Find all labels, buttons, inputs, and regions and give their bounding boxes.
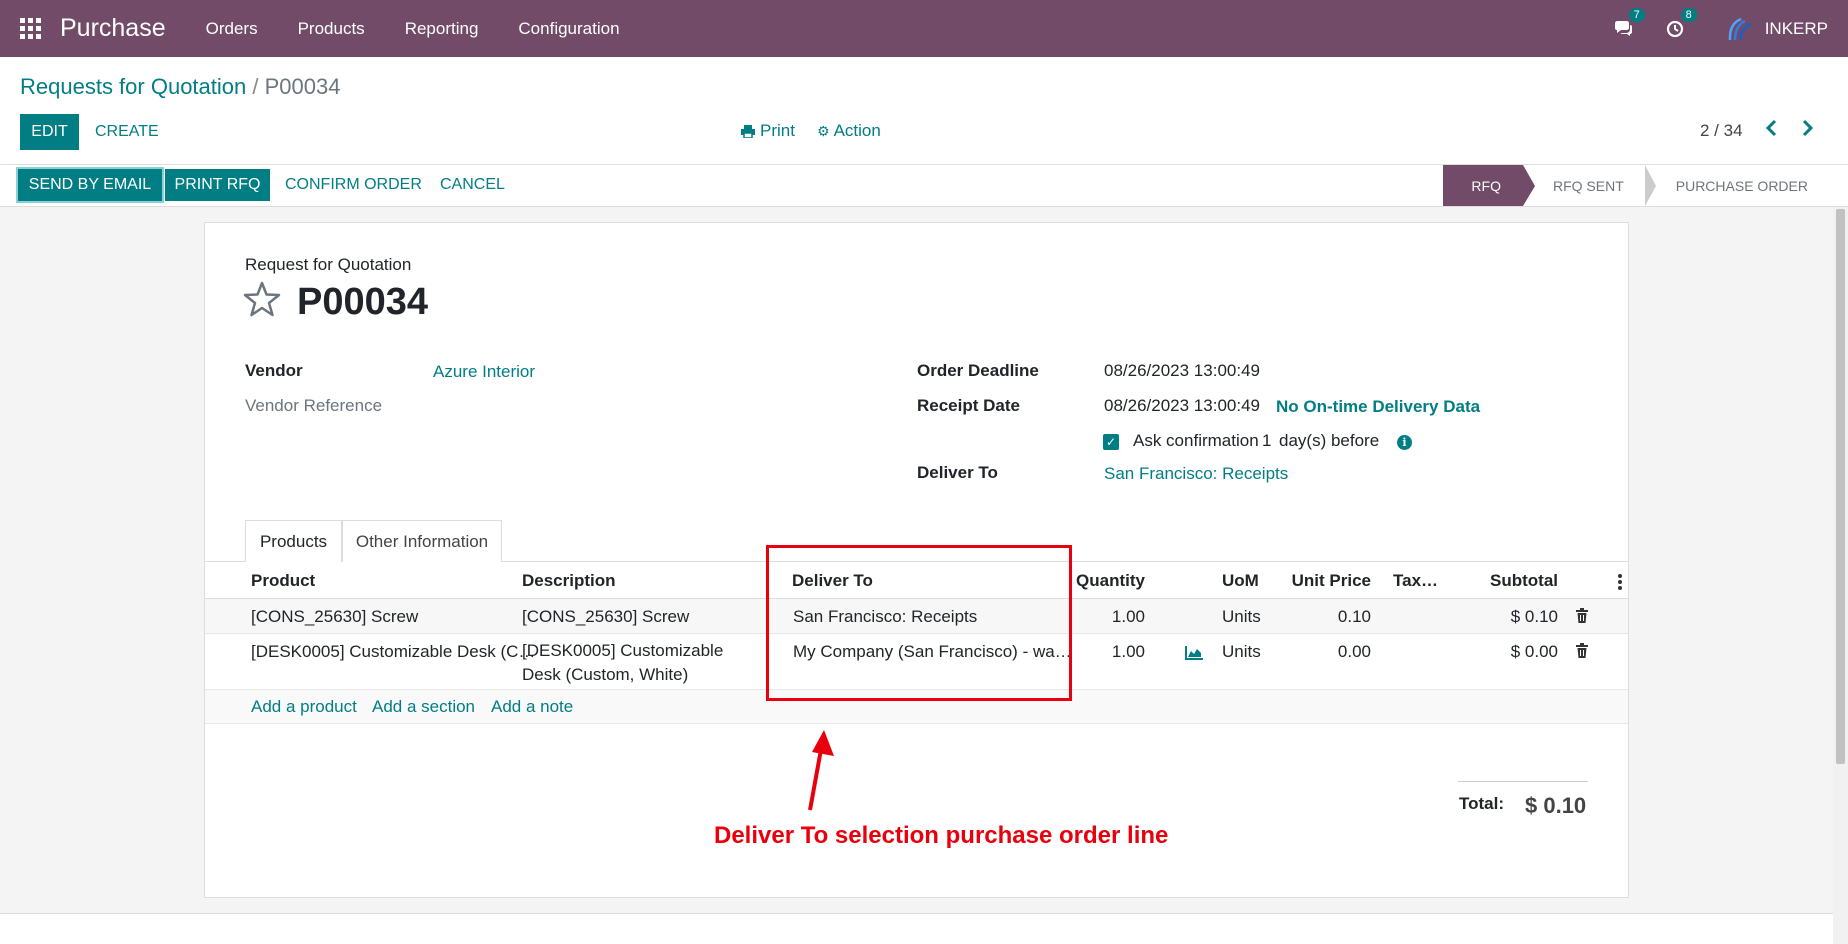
trash-icon[interactable]	[1576, 608, 1588, 628]
company-name: INKERP	[1764, 18, 1828, 38]
tab-other-information[interactable]: Other Information	[342, 520, 502, 562]
forecast-chart-icon[interactable]	[1185, 645, 1203, 665]
column-taxes[interactable]: Tax…	[1393, 571, 1438, 591]
cell-subtotal: $ 0.10	[1510, 607, 1558, 626]
add-product-link[interactable]: Add a product	[251, 697, 357, 717]
cell-description[interactable]: [DESK0005] Customizable Desk (Custom, Wh…	[522, 639, 762, 687]
ask-confirmation-days[interactable]: 1	[1262, 431, 1271, 451]
cell-uom[interactable]: Units	[1222, 642, 1261, 662]
activities-badge: 8	[1680, 7, 1697, 22]
pager-value[interactable]: 2 / 34	[1700, 121, 1743, 141]
company-logo-icon	[1728, 17, 1752, 40]
column-description[interactable]: Description	[522, 571, 616, 591]
messages-icon[interactable]: 7	[1611, 7, 1645, 41]
chevron-right-icon[interactable]	[1800, 117, 1814, 143]
breadcrumb-current: P00034	[264, 74, 341, 99]
receipt-date-label: Receipt Date	[917, 396, 1020, 415]
breadcrumb-separator: /	[252, 74, 259, 99]
stage-rfq-sent[interactable]: RFQ SENT	[1523, 165, 1656, 206]
cell-quantity[interactable]: 1.00	[1073, 642, 1145, 662]
stage-rfq[interactable]: RFQ	[1443, 165, 1535, 206]
star-icon[interactable]	[243, 281, 281, 322]
menu-reporting[interactable]: Reporting	[385, 19, 499, 39]
top-navbar: Purchase Orders Products Reporting Confi…	[0, 0, 1848, 57]
cell-description[interactable]: [CONS_25630] Screw	[522, 607, 689, 627]
stage-pipeline: RFQ RFQ SENT PURCHASE ORDER	[1443, 165, 1830, 206]
action-dropdown[interactable]: ⚙ Action	[817, 121, 881, 141]
breadcrumb-parent[interactable]: Requests for Quotation	[20, 74, 246, 99]
vendor-label: Vendor	[245, 361, 303, 380]
column-quantity[interactable]: Quantity	[1075, 571, 1145, 591]
column-unit-price[interactable]: Unit Price	[1285, 571, 1371, 591]
annotation-arrow	[800, 726, 840, 817]
app-name[interactable]: Purchase	[60, 14, 166, 43]
deliver-to-label: Deliver To	[917, 463, 998, 482]
column-subtotal[interactable]: Subtotal	[1483, 571, 1558, 591]
optional-columns-icon[interactable]	[1618, 574, 1622, 595]
ask-confirmation-suffix: day(s) before	[1279, 431, 1380, 450]
ask-confirmation-checkbox[interactable]: ✓	[1103, 434, 1119, 450]
add-section-link[interactable]: Add a section	[372, 697, 475, 717]
vendor-reference-label: Vendor Reference	[245, 396, 383, 415]
cell-unit-price[interactable]: 0.10	[1285, 607, 1371, 627]
cell-uom[interactable]: Units	[1222, 607, 1261, 627]
cell-quantity[interactable]: 1.00	[1073, 607, 1145, 627]
print-icon	[741, 124, 755, 138]
activities-icon[interactable]: 8	[1663, 7, 1697, 41]
annotation-highlight-box	[766, 545, 1072, 701]
chevron-left-icon[interactable]	[1765, 117, 1779, 143]
column-product[interactable]: Product	[251, 571, 315, 591]
column-uom[interactable]: UoM	[1222, 571, 1259, 591]
total-label: Total:	[1459, 794, 1505, 813]
navbar-right: 7 8 INKERP	[1611, 0, 1848, 57]
action-label: Action	[833, 121, 881, 140]
total-divider	[1458, 781, 1588, 782]
statusbar: SEND BY EMAIL PRINT RFQ CONFIRM ORDER CA…	[0, 165, 1848, 207]
gear-icon: ⚙	[817, 122, 830, 139]
ask-confirmation-label: Ask confirmation	[1133, 431, 1259, 450]
chatter-area	[0, 913, 1833, 944]
stage-purchase-order[interactable]: PURCHASE ORDER	[1646, 165, 1830, 206]
order-deadline-label: Order Deadline	[917, 361, 1039, 380]
create-button[interactable]: CREATE	[95, 114, 159, 150]
receipt-date-field[interactable]: 08/26/2023 13:00:49	[1104, 396, 1260, 416]
print-dropdown[interactable]: Print	[741, 121, 795, 141]
document-type-label: Request for Quotation	[245, 255, 412, 274]
confirm-order-button[interactable]: CONFIRM ORDER	[285, 169, 422, 201]
deliver-to-field[interactable]: San Francisco: Receipts	[1104, 464, 1288, 484]
company-switcher[interactable]: INKERP	[1727, 16, 1828, 42]
cell-product[interactable]: [DESK0005] Customizable Desk (C…	[251, 642, 535, 662]
trash-icon[interactable]	[1576, 643, 1588, 663]
send-by-email-button[interactable]: SEND BY EMAIL	[18, 169, 162, 201]
menu-products[interactable]: Products	[278, 19, 385, 39]
apps-menu-icon[interactable]	[20, 17, 42, 40]
messages-badge: 7	[1628, 7, 1645, 22]
info-icon: i	[1397, 435, 1412, 450]
cell-unit-price[interactable]: 0.00	[1285, 642, 1371, 662]
cancel-button[interactable]: CANCEL	[440, 169, 505, 201]
tab-products[interactable]: Products	[245, 520, 342, 563]
menu-orders[interactable]: Orders	[186, 19, 278, 39]
annotation-text: Deliver To selection purchase order line	[714, 822, 1169, 849]
order-name: P00034	[297, 281, 429, 323]
print-label: Print	[760, 121, 795, 140]
menu-configuration[interactable]: Configuration	[498, 19, 639, 39]
scrollbar[interactable]	[1833, 207, 1848, 944]
print-rfq-button[interactable]: PRINT RFQ	[165, 169, 270, 201]
edit-button[interactable]: EDIT	[20, 114, 79, 150]
vendor-field[interactable]: Azure Interior	[433, 362, 535, 382]
cell-subtotal: $ 0.00	[1510, 642, 1558, 661]
scrollbar-thumb[interactable]	[1836, 209, 1845, 764]
add-note-link[interactable]: Add a note	[491, 697, 573, 717]
order-deadline-field[interactable]: 08/26/2023 13:00:49	[1104, 361, 1260, 381]
breadcrumb: Requests for Quotation / P00034	[20, 74, 340, 100]
ontime-delivery-link[interactable]: No On-time Delivery Data	[1276, 397, 1480, 417]
total-value: $ 0.10	[1525, 793, 1587, 818]
cell-product[interactable]: [CONS_25630] Screw	[251, 607, 418, 627]
control-panel: Requests for Quotation / P00034 EDIT CRE…	[0, 57, 1848, 165]
